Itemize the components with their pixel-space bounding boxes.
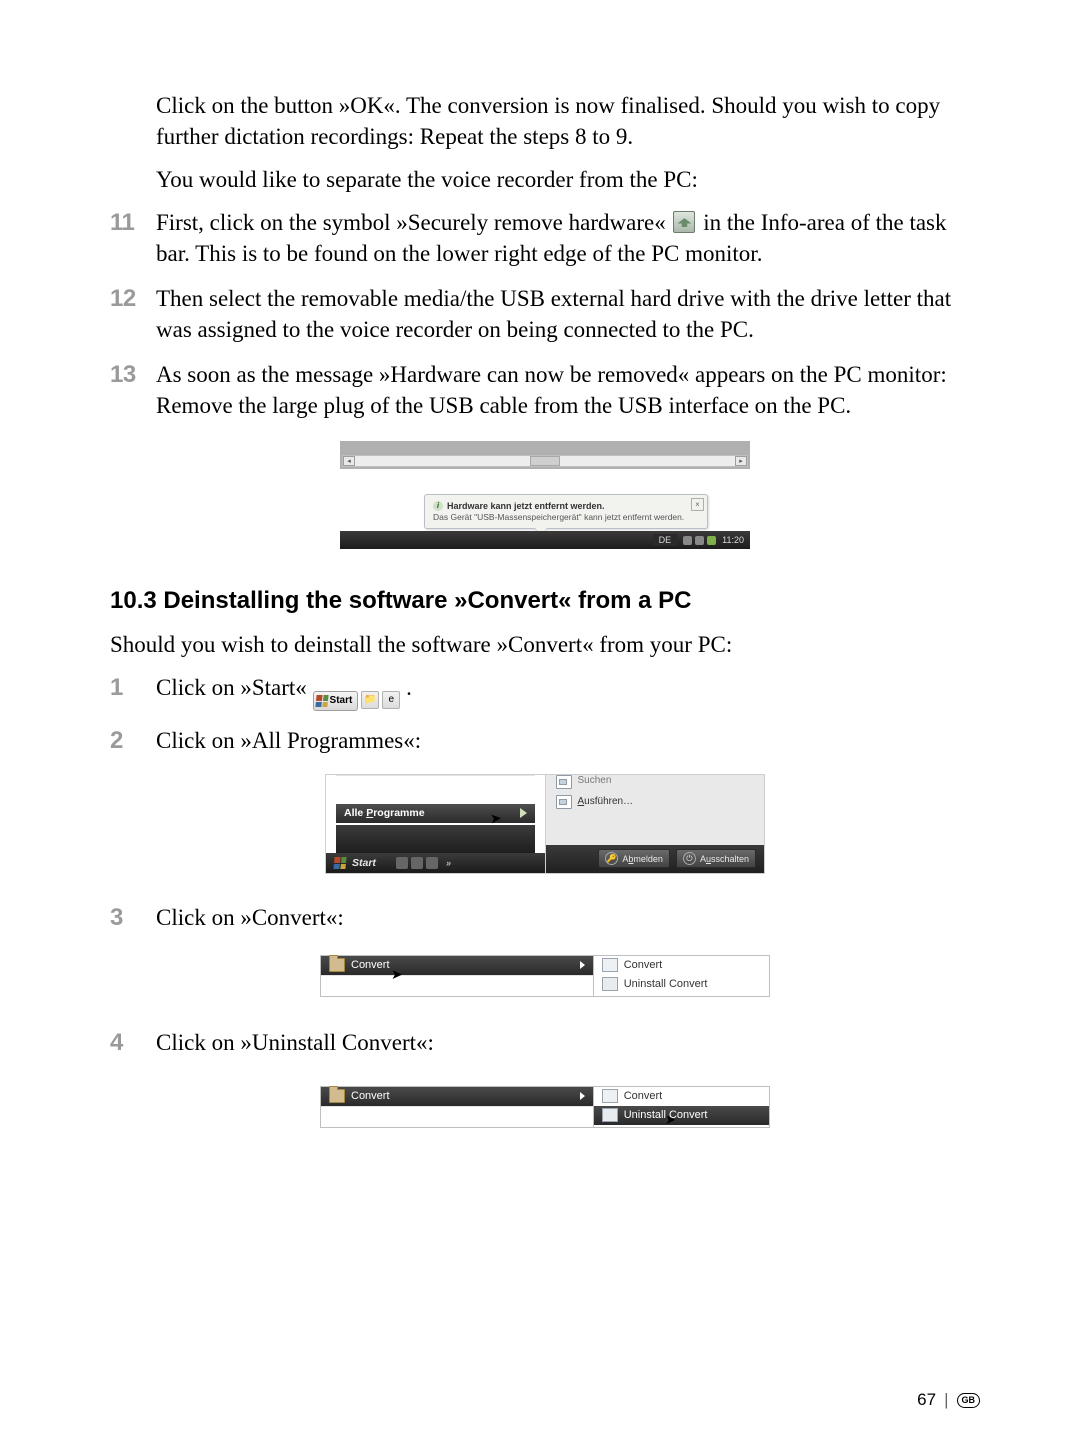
scrollbar-thumb	[530, 456, 560, 466]
shutdown-button: ⏻ Ausschalten	[676, 849, 756, 868]
tray-icon	[707, 536, 716, 545]
power-row: 🔑 Abmelden ⏻ Ausschalten	[546, 845, 765, 873]
step-4: 4 Click on »Uninstall Convert«:	[110, 1027, 980, 1058]
step-number: 11	[110, 207, 146, 239]
convert-app-label: Convert	[624, 959, 663, 971]
uninstall-icon	[602, 977, 618, 991]
convert-folder-item: Convert	[321, 956, 593, 975]
figure-start-menu: Alle Programme Start »	[110, 770, 980, 874]
scroll-right-arrow-icon: ▸	[735, 456, 747, 466]
uninstall-convert-item: Uninstall Convert	[594, 975, 769, 994]
windows-flag-icon	[333, 857, 346, 869]
run-item: Ausführen…	[546, 791, 765, 813]
manual-page: Click on the button »OK«. The conversion…	[0, 0, 1080, 1450]
step-number: 3	[110, 902, 146, 934]
step-number: 1	[110, 672, 146, 704]
application-icon	[602, 1089, 618, 1103]
quicklaunch-icon	[396, 857, 408, 869]
power-icon: ⏻	[683, 852, 696, 865]
run-label: Ausführen…	[578, 796, 634, 807]
scroll-left-arrow-icon: ◂	[343, 456, 355, 466]
paragraph-separate: You would like to separate the voice rec…	[156, 164, 980, 195]
tray-icon	[683, 536, 692, 545]
system-tray	[683, 536, 716, 545]
submenu-arrow-icon	[580, 961, 585, 969]
step-text-a: First, click on the symbol »Securely rem…	[156, 210, 671, 235]
figure-convert-menu: Convert ➤ Convert Uninstall Convert	[110, 947, 980, 997]
step-number: 2	[110, 725, 146, 757]
submenu-arrow-icon	[580, 1092, 585, 1100]
step-11: 11 First, click on the symbol »Securely …	[110, 207, 980, 269]
section-intro: Should you wish to deinstall the softwar…	[110, 629, 980, 660]
step-12: 12 Then select the removable media/the U…	[110, 283, 980, 345]
taskbar: DE 11:20	[340, 531, 750, 549]
submenu-arrow-icon	[520, 808, 527, 818]
step-3: 3 Click on »Convert«:	[110, 902, 980, 933]
convert-folder-label: Convert	[351, 1090, 390, 1102]
page-footer: 67 | GB	[917, 1390, 980, 1410]
uninstall-icon	[602, 1108, 618, 1122]
safely-remove-hardware-icon	[673, 211, 695, 233]
convert-folder-label: Convert	[351, 959, 390, 971]
folder-icon	[329, 958, 345, 972]
region-badge: GB	[957, 1393, 981, 1408]
start-label: Start	[352, 857, 376, 869]
cursor-arrow-icon: ➤	[489, 809, 502, 827]
step-1: 1 Click on »Start« Start 📁 e .	[110, 672, 980, 710]
windows-flag-icon	[315, 695, 328, 707]
figure-hardware-balloon: ◂ ▸ × i Hardware kann jetzt entfernt wer…	[110, 435, 980, 549]
paragraph-intro: Click on the button »OK«. The conversion…	[156, 90, 980, 152]
convert-app-item: Convert	[594, 1087, 769, 1106]
step-text: Click on »All Programmes«:	[156, 728, 421, 753]
clock: 11:20	[722, 535, 744, 545]
cursor-arrow-icon: ➤	[391, 966, 403, 983]
quicklaunch-icon	[426, 857, 438, 869]
convert-app-label: Convert	[624, 1090, 663, 1102]
quicklaunch-icon: 📁	[361, 691, 379, 709]
uninstall-convert-label: Uninstall Convert	[624, 978, 708, 990]
folder-icon	[329, 1089, 345, 1103]
taskbar-start-band: Start »	[326, 853, 545, 873]
step-text: Click on »Convert«:	[156, 905, 344, 930]
balloon-title: Hardware kann jetzt entfernt werden.	[447, 501, 605, 511]
application-icon	[602, 958, 618, 972]
keyboard-language-indicator: DE	[653, 534, 678, 546]
step-text: Then select the removable media/the USB …	[156, 286, 951, 342]
all-programs-item: Alle Programme	[336, 804, 535, 824]
logoff-button: 🔑 Abmelden	[598, 849, 670, 868]
notification-balloon: × i Hardware kann jetzt entfernt werden.…	[424, 494, 708, 530]
search-item: Suchen	[546, 775, 765, 791]
balloon-close-icon: ×	[691, 498, 704, 511]
search-icon	[556, 775, 572, 789]
step-text-b: .	[406, 675, 412, 700]
step-text: Click on »Uninstall Convert«:	[156, 1030, 434, 1055]
all-programs-label: Alle Programme	[344, 807, 425, 819]
step-number: 12	[110, 283, 146, 315]
info-icon: i	[433, 501, 443, 511]
convert-app-item: Convert	[594, 956, 769, 975]
step-number: 4	[110, 1027, 146, 1059]
shutdown-label: Ausschalten	[700, 854, 749, 864]
step-2: 2 Click on »All Programmes«:	[110, 725, 980, 756]
cursor-arrow-icon: ➤	[665, 1112, 676, 1128]
start-button-inline: Start 📁 e	[313, 691, 401, 711]
step-text: As soon as the message »Hardware can now…	[156, 362, 947, 418]
quicklaunch-ie-icon: e	[382, 691, 400, 709]
logoff-icon: 🔑	[605, 852, 618, 865]
step-text-a: Click on »Start«	[156, 675, 313, 700]
logoff-label: Abmelden	[622, 854, 663, 864]
step-13: 13 As soon as the message »Hardware can …	[110, 359, 980, 421]
page-number: 67	[917, 1390, 936, 1410]
uninstall-convert-item-selected: Uninstall Convert	[594, 1106, 769, 1125]
start-button-label: Start	[330, 694, 353, 708]
balloon-body: Das Gerät "USB-Massenspeichergerät" kann…	[433, 513, 699, 523]
expand-icon: »	[446, 858, 451, 868]
step-number: 13	[110, 359, 146, 391]
run-icon	[556, 795, 572, 809]
section-heading: 10.3 Deinstalling the software »Convert«…	[110, 587, 980, 615]
convert-folder-item: Convert	[321, 1087, 593, 1106]
tray-icon	[695, 536, 704, 545]
quicklaunch-icon	[411, 857, 423, 869]
figure-uninstall-convert-menu: Convert Convert Uninstall Convert	[110, 1072, 980, 1128]
